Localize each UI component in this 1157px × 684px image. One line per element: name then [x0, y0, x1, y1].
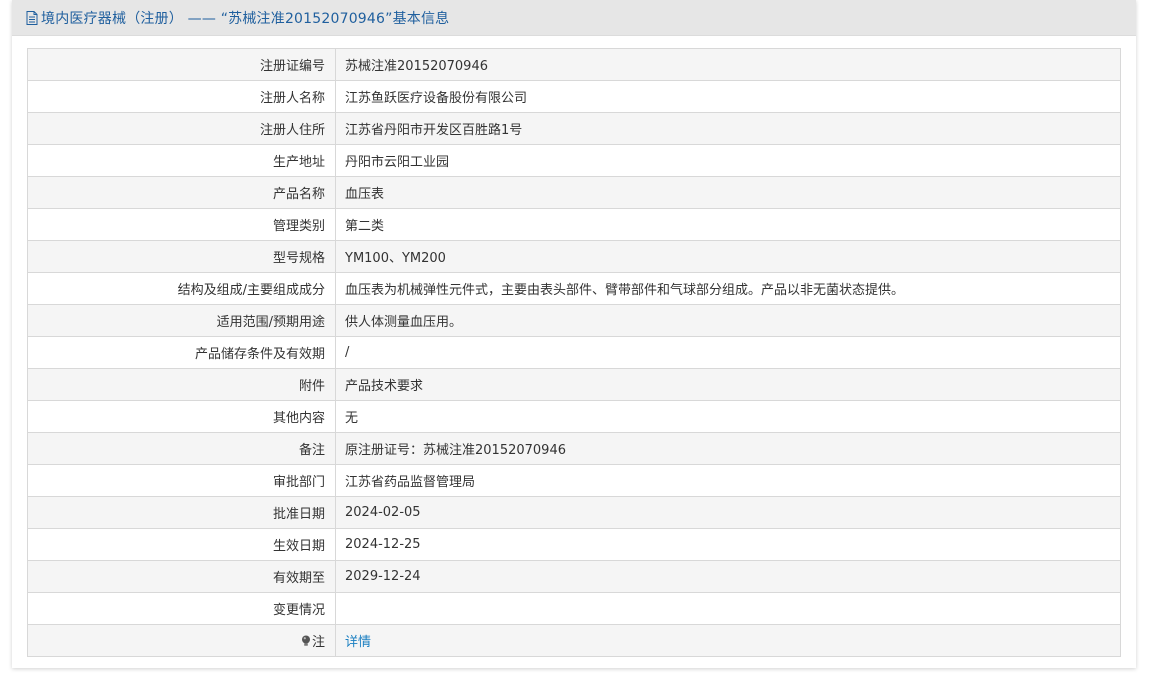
field-label: 生效日期	[27, 528, 336, 561]
table-row: 审批部门 江苏省药品监督管理局	[27, 464, 1121, 497]
field-label: 型号规格	[27, 240, 336, 273]
info-panel: 境内医疗器械（注册） —— “苏械注准20152070946”基本信息 注册证编…	[12, 0, 1136, 668]
table-row: 注册证编号 苏械注准20152070946	[27, 48, 1121, 81]
table-row: 批准日期 2024-02-05	[27, 496, 1121, 529]
field-label: 审批部门	[27, 464, 336, 497]
table-row: 产品名称 血压表	[27, 176, 1121, 209]
field-value: 供人体测量血压用。	[335, 304, 1121, 337]
field-label: 变更情况	[27, 592, 336, 625]
field-value: 江苏鱼跃医疗设备股份有限公司	[335, 80, 1121, 113]
table-row: 附件 产品技术要求	[27, 368, 1121, 401]
field-label: 注册人名称	[27, 80, 336, 113]
field-label: 批准日期	[27, 496, 336, 529]
field-value: 丹阳市云阳工业园	[335, 144, 1121, 177]
lightbulb-icon	[301, 635, 310, 646]
table-row: 产品储存条件及有效期 /	[27, 336, 1121, 369]
info-table: 注册证编号 苏械注准20152070946 注册人名称 江苏鱼跃医疗设备股份有限公司注…	[27, 48, 1121, 657]
field-value: 江苏省丹阳市开发区百胜路1号	[335, 112, 1121, 145]
field-value: 江苏省药品监督管理局	[335, 464, 1121, 497]
table-row: 结构及组成/主要组成成分 血压表为机械弹性元件式，主要由表头部件、臂带部件和气球部…	[27, 272, 1121, 305]
field-value: 2029-12-24	[335, 560, 1121, 593]
field-label: 注册证编号	[27, 48, 336, 81]
field-label: 管理类别	[27, 208, 336, 241]
field-label: 产品名称	[27, 176, 336, 209]
field-label: 其他内容	[27, 400, 336, 433]
details-link[interactable]: 详情	[345, 635, 371, 650]
field-value: 产品技术要求	[335, 368, 1121, 401]
field-value: 无	[335, 400, 1121, 433]
table-row: 其他内容无	[27, 400, 1121, 433]
field-value: 原注册证号：苏械注准20152070946	[335, 432, 1121, 465]
note-label: 注	[311, 635, 325, 650]
table-row: 生产地址 丹阳市云阳工业园	[27, 144, 1121, 177]
table-row: 备注 原注册证号：苏械注准20152070946	[27, 432, 1121, 465]
note-value-cell: 详情	[335, 624, 1121, 657]
field-label: 注册人住所	[27, 112, 336, 145]
panel-header: 境内医疗器械（注册） —— “苏械注准20152070946”基本信息	[12, 0, 1136, 36]
table-row: 生效日期 2024-12-25	[27, 528, 1121, 561]
table-row: 注册人名称 江苏鱼跃医疗设备股份有限公司	[27, 80, 1121, 113]
field-label: 产品储存条件及有效期	[27, 336, 336, 369]
note-label-cell: 注	[27, 624, 336, 657]
field-label: 适用范围/预期用途	[27, 304, 336, 337]
field-value: 血压表为机械弹性元件式，主要由表头部件、臂带部件和气球部分组成。产品以非无菌状态…	[335, 272, 1121, 305]
field-value: 2024-12-25	[335, 528, 1121, 561]
field-label: 生产地址	[27, 144, 336, 177]
page-title: 境内医疗器械（注册） —— “苏械注准20152070946”基本信息	[41, 10, 450, 27]
field-value: /	[335, 336, 1121, 369]
field-value: YM100、YM200	[335, 240, 1121, 273]
field-value: 血压表	[335, 176, 1121, 209]
field-label: 备注	[27, 432, 336, 465]
field-label: 附件	[27, 368, 336, 401]
table-row-note: 注 详情	[27, 624, 1121, 657]
table-row: 有效期至 2029-12-24	[27, 560, 1121, 593]
field-value	[335, 592, 1121, 625]
table-row: 管理类别 第二类	[27, 208, 1121, 241]
field-value: 苏械注准20152070946	[335, 48, 1121, 81]
table-row: 注册人住所 江苏省丹阳市开发区百胜路1号	[27, 112, 1121, 145]
field-label: 有效期至	[27, 560, 336, 593]
document-icon	[26, 10, 38, 25]
table-row: 适用范围/预期用途 供人体测量血压用。	[27, 304, 1121, 337]
field-value: 第二类	[335, 208, 1121, 241]
table-row: 变更情况	[27, 592, 1121, 625]
table-row: 型号规格 YM100、YM200	[27, 240, 1121, 273]
field-value: 2024-02-05	[335, 496, 1121, 529]
field-label: 结构及组成/主要组成成分	[27, 272, 336, 305]
